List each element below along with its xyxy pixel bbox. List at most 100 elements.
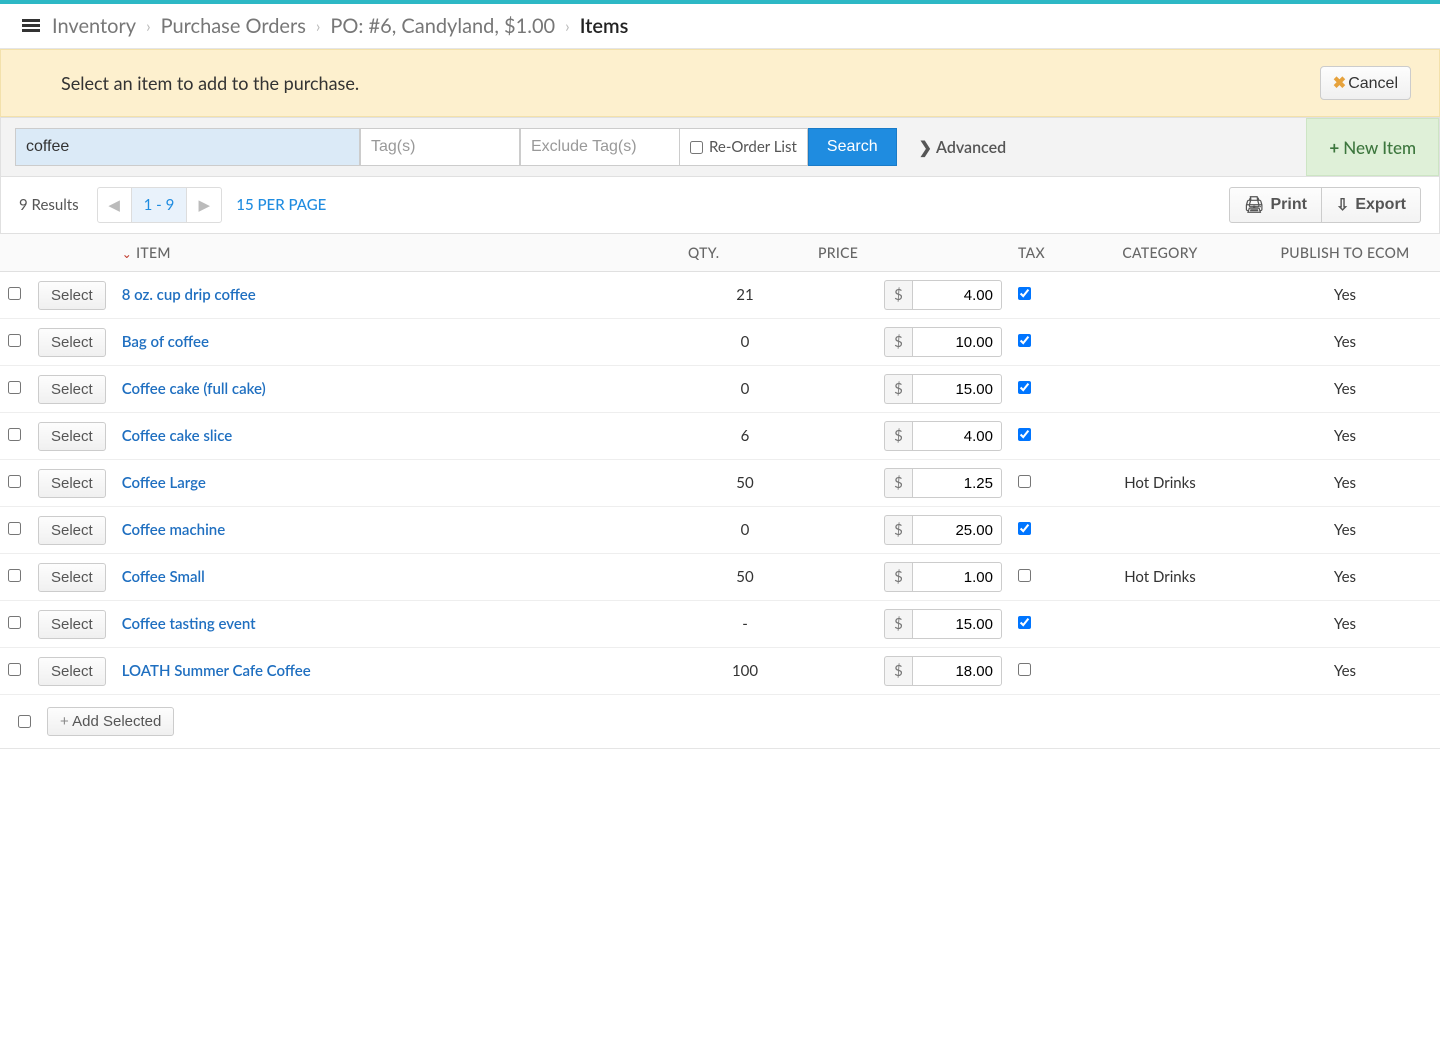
breadcrumb-po-detail[interactable]: PO: #6, Candyland, $1.00 [330, 14, 555, 38]
pager-prev[interactable]: ◀ [98, 188, 132, 222]
chevron-right-icon: › [565, 17, 570, 36]
price-input[interactable] [912, 421, 1002, 451]
item-link[interactable]: Coffee machine [122, 521, 225, 539]
menu-icon[interactable] [22, 19, 40, 34]
breadcrumb-current: Items [580, 14, 629, 38]
chevron-right-icon: › [316, 17, 321, 36]
price-input[interactable] [912, 562, 1002, 592]
tax-checkbox[interactable] [1018, 334, 1031, 347]
item-link[interactable]: LOATH Summer Cafe Coffee [122, 662, 311, 680]
table-row: SelectCoffee tasting event-$Yes [0, 601, 1440, 648]
select-row-button[interactable]: Select [38, 469, 106, 498]
row-checkbox[interactable] [8, 287, 21, 300]
per-page-select[interactable]: 15 PER PAGE [236, 196, 326, 214]
table-row: SelectCoffee cake slice6$Yes [0, 413, 1440, 460]
new-item-button[interactable]: + New Item [1306, 118, 1439, 176]
qty-cell: 6 [680, 413, 810, 460]
currency-icon: $ [884, 374, 912, 404]
currency-icon: $ [884, 421, 912, 451]
select-row-button[interactable]: Select [38, 657, 106, 686]
category-cell: Hot Drinks [1070, 554, 1250, 601]
pager-range[interactable]: 1 - 9 [132, 188, 188, 222]
item-link[interactable]: Coffee tasting event [122, 615, 256, 633]
publish-cell: Yes [1250, 460, 1440, 507]
currency-icon: $ [884, 656, 912, 686]
currency-icon: $ [884, 327, 912, 357]
export-icon: ⇩ [1336, 195, 1349, 215]
row-checkbox[interactable] [8, 334, 21, 347]
tax-checkbox[interactable] [1018, 616, 1031, 629]
add-selected-button[interactable]: + Add Selected [47, 707, 174, 736]
select-all-checkbox[interactable] [18, 715, 31, 728]
close-icon: ✖ [1333, 75, 1346, 92]
row-checkbox[interactable] [8, 475, 21, 488]
select-row-button[interactable]: Select [38, 563, 106, 592]
qty-cell: 0 [680, 366, 810, 413]
qty-cell: 50 [680, 460, 810, 507]
col-price[interactable]: PRICE [810, 234, 1010, 272]
tax-checkbox[interactable] [1018, 522, 1031, 535]
row-checkbox[interactable] [8, 663, 21, 676]
item-link[interactable]: Coffee Large [122, 474, 206, 492]
row-checkbox[interactable] [8, 428, 21, 441]
item-link[interactable]: Coffee cake (full cake) [122, 380, 266, 398]
price-input[interactable] [912, 609, 1002, 639]
pager: ◀ 1 - 9 ▶ [97, 187, 223, 223]
results-toolbar: 9 Results ◀ 1 - 9 ▶ 15 PER PAGE 🖨Print ⇩… [0, 177, 1440, 234]
reorder-list-toggle[interactable]: Re-Order List [680, 128, 808, 166]
col-category[interactable]: CATEGORY [1070, 234, 1250, 272]
breadcrumb-purchase-orders[interactable]: Purchase Orders [161, 14, 306, 38]
row-checkbox[interactable] [8, 616, 21, 629]
print-button[interactable]: 🖨Print [1229, 187, 1322, 223]
tax-checkbox[interactable] [1018, 569, 1031, 582]
tax-checkbox[interactable] [1018, 475, 1031, 488]
item-link[interactable]: Bag of coffee [122, 333, 209, 351]
exclude-tags-input[interactable] [520, 128, 680, 166]
row-checkbox[interactable] [8, 522, 21, 535]
publish-cell: Yes [1250, 319, 1440, 366]
row-checkbox[interactable] [8, 569, 21, 582]
price-input[interactable] [912, 374, 1002, 404]
price-input[interactable] [912, 515, 1002, 545]
col-tax[interactable]: TAX [1010, 234, 1070, 272]
item-link[interactable]: Coffee Small [122, 568, 205, 586]
breadcrumb-inventory[interactable]: Inventory [52, 14, 136, 38]
select-row-button[interactable]: Select [38, 610, 106, 639]
chevron-right-icon: › [146, 17, 151, 36]
advanced-toggle[interactable]: ❯ Advanced [919, 138, 1007, 157]
price-input[interactable] [912, 327, 1002, 357]
publish-cell: Yes [1250, 272, 1440, 319]
item-link[interactable]: 8 oz. cup drip coffee [122, 286, 256, 304]
results-count: 9 Results [19, 196, 79, 214]
search-input[interactable] [15, 128, 360, 166]
tax-checkbox[interactable] [1018, 381, 1031, 394]
item-link[interactable]: Coffee cake slice [122, 427, 233, 445]
reorder-checkbox[interactable] [690, 141, 703, 154]
qty-cell: 100 [680, 648, 810, 695]
breadcrumb: Inventory › Purchase Orders › PO: #6, Ca… [0, 4, 1440, 49]
select-row-button[interactable]: Select [38, 281, 106, 310]
col-qty[interactable]: QTY. [680, 234, 810, 272]
currency-icon: $ [884, 280, 912, 310]
tax-checkbox[interactable] [1018, 663, 1031, 676]
col-publish[interactable]: PUBLISH TO ECOM [1250, 234, 1440, 272]
select-row-button[interactable]: Select [38, 516, 106, 545]
tax-checkbox[interactable] [1018, 428, 1031, 441]
tags-input[interactable] [360, 128, 520, 166]
publish-cell: Yes [1250, 366, 1440, 413]
col-item[interactable]: ⌄ITEM [114, 234, 680, 272]
select-row-button[interactable]: Select [38, 375, 106, 404]
price-input[interactable] [912, 468, 1002, 498]
currency-icon: $ [884, 468, 912, 498]
row-checkbox[interactable] [8, 381, 21, 394]
export-button[interactable]: ⇩Export [1322, 187, 1421, 223]
search-button[interactable]: Search [808, 128, 897, 166]
pager-next[interactable]: ▶ [187, 188, 221, 222]
cancel-button[interactable]: ✖Cancel [1320, 66, 1411, 100]
price-input[interactable] [912, 280, 1002, 310]
select-row-button[interactable]: Select [38, 422, 106, 451]
tax-checkbox[interactable] [1018, 287, 1031, 300]
price-input[interactable] [912, 656, 1002, 686]
select-row-button[interactable]: Select [38, 328, 106, 357]
sort-asc-icon: ⌄ [122, 246, 132, 261]
